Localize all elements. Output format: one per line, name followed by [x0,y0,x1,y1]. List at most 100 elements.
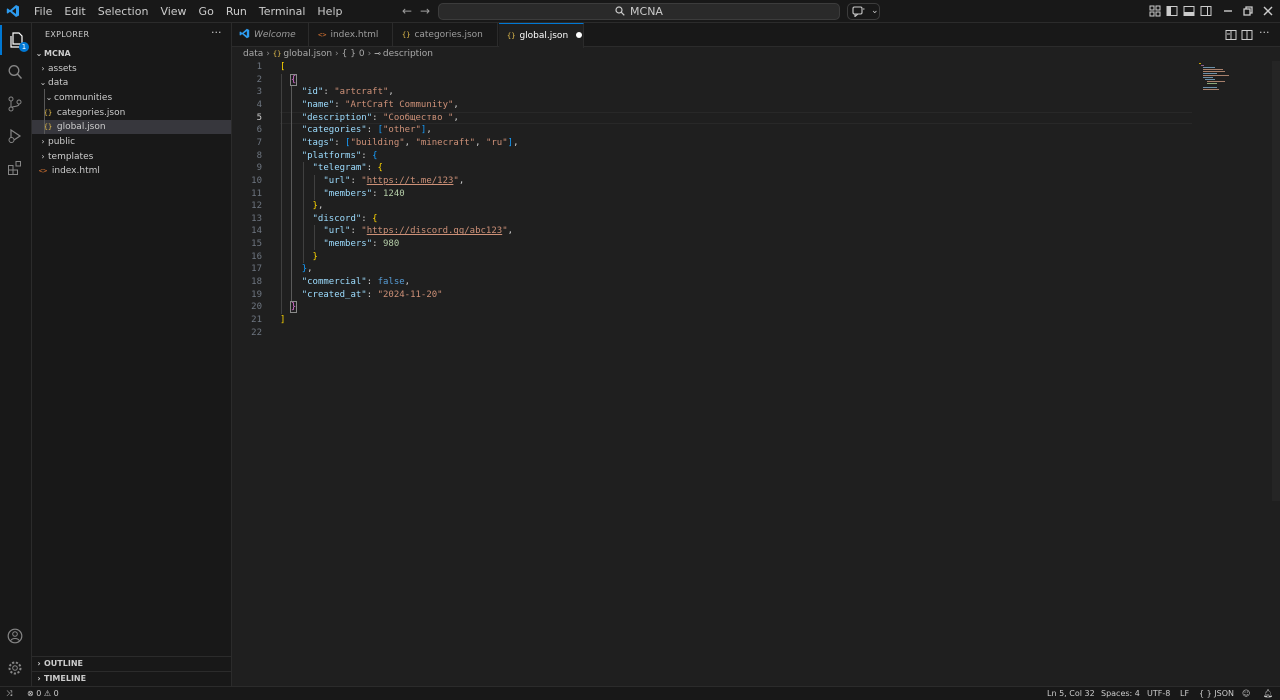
tree-item-communities[interactable]: ⌄ communities [32,91,231,105]
language-mode[interactable]: { } JSON [1199,687,1234,700]
line-number: 20 [251,302,262,313]
tab-index-html[interactable]: <> index.html [310,23,393,47]
tree-item-label: templates [48,152,94,162]
more-actions-icon[interactable]: ··· [211,26,222,39]
vertical-scrollbar[interactable] [1272,61,1280,501]
bell-icon[interactable]: 🔔︎ [1263,687,1273,700]
back-arrow-icon[interactable]: ← [399,2,415,20]
json-file-icon: {} [402,31,411,39]
language-label: JSON [1214,689,1234,698]
url-link[interactable]: https://discord.gg/abc123 [367,226,502,236]
outline-label: OUTLINE [44,659,83,668]
copilot-status-icon[interactable]: ☺ [1242,687,1250,700]
restore-icon[interactable] [1242,5,1254,17]
symbol-string-icon: ⊸ [374,49,381,58]
tree-item-templates[interactable]: › templates [32,150,231,164]
activity-run-debug[interactable] [0,121,32,151]
menu-run[interactable]: Run [220,0,253,23]
end-of-line[interactable]: LF [1180,687,1189,700]
url-link[interactable]: https://t.me/123 [367,176,454,186]
chevron-right-icon: › [41,137,45,146]
tab-global-json[interactable]: {} global.json [499,23,584,48]
activity-extensions[interactable] [0,153,32,183]
line-number: 13 [251,213,262,224]
outline-section[interactable]: › OUTLINE [32,656,231,671]
line-number: 14 [251,226,262,237]
toggle-secondary-sidebar-icon[interactable] [1200,5,1212,17]
tree-item-global-json[interactable]: {} global.json [32,120,231,134]
menu-selection[interactable]: Selection [92,0,155,23]
remote-icon[interactable]: ⤨ [6,687,12,700]
menu-terminal[interactable]: Terminal [253,0,312,23]
line-number: 18 [251,277,262,288]
code-line: }, [312,201,324,212]
code-line: { [289,73,298,86]
tree-item-label: data [48,78,69,88]
code-line: "members": 1240 [323,188,405,199]
forward-arrow-icon[interactable]: → [417,2,433,20]
timeline-section[interactable]: › TIMELINE [32,671,231,686]
code-line: "platforms": { [301,150,378,161]
menu-go[interactable]: Go [193,0,220,23]
code-editor[interactable]: 1 2 3 4 5 6 7 8 9 10 11 12 13 14 15 16 1… [232,61,1280,686]
chevron-down-icon: ⌄ [871,6,879,16]
html-file-icon: <> [318,31,327,39]
breadcrumb-index[interactable]: { } 0 [342,49,365,59]
indent-guide [44,89,45,134]
activity-search[interactable] [0,57,32,87]
menu-bar: File Edit Selection View Go Run Terminal… [28,0,348,23]
code-line: "discord": { [312,213,378,224]
tree-item-categories-json[interactable]: {} categories.json [32,106,231,120]
code-line: "telegram": { [312,163,383,174]
breadcrumb-folder[interactable]: data [243,49,263,59]
tree-item-index-html[interactable]: <> index.html [32,164,231,178]
tree-item-public[interactable]: › public [32,135,231,149]
line-number: 21 [251,315,262,325]
copilot-button[interactable]: ⌄ [847,3,880,20]
cursor-position[interactable]: Ln 5, Col 32 [1047,687,1095,700]
tree-item-label: categories.json [56,108,126,118]
tab-label: global.json [519,31,569,41]
tab-label: index.html [330,30,379,40]
menu-edit[interactable]: Edit [58,0,91,23]
menu-view[interactable]: View [154,0,192,23]
copilot-icon [852,6,865,17]
tree-item-assets[interactable]: › assets [32,62,231,76]
menu-help[interactable]: Help [311,0,348,23]
line-number: 2 [256,74,262,85]
chevron-right-icon: › [367,49,372,59]
tree-root-mcna[interactable]: ⌄ MCNA [32,47,231,61]
menu-file[interactable]: File [28,0,58,23]
tree-item-label: global.json [56,122,106,132]
activity-explorer[interactable]: 1 [0,25,32,55]
tree-root-label: MCNA [44,49,71,58]
more-actions-icon[interactable]: ··· [1259,26,1271,39]
breadcrumb-key[interactable]: description [383,49,433,59]
activity-accounts[interactable] [0,621,32,651]
tab-categories-json[interactable]: {} categories.json [394,23,498,47]
tab-welcome[interactable]: Welcome [232,23,309,47]
activity-bar: 1 [0,23,32,686]
close-icon[interactable] [1262,5,1274,17]
activity-source-control[interactable] [0,89,32,119]
activity-manage[interactable] [0,653,32,683]
chevron-right-icon: › [335,49,339,59]
indentation[interactable]: Spaces: 4 [1101,687,1140,700]
minimap[interactable] [1197,61,1261,101]
vscode-logo-icon [6,5,19,17]
command-center-search[interactable]: MCNA [438,3,840,20]
problems-indicator[interactable]: ⊗ 0 ⚠ 0 [27,687,59,700]
encoding[interactable]: UTF-8 [1147,687,1170,700]
toggle-primary-sidebar-icon[interactable] [1166,5,1178,17]
open-changes-icon[interactable] [1225,29,1237,41]
minimize-icon[interactable] [1222,5,1234,17]
customize-layout-icon[interactable] [1149,5,1161,17]
breadcrumb-file[interactable]: global.json [283,49,332,59]
line-number: 4 [256,99,262,110]
toggle-panel-icon[interactable] [1183,5,1195,17]
unsaved-dot-icon[interactable] [576,32,583,38]
extensions-icon [8,161,21,175]
tree-item-data[interactable]: ⌄ data [32,76,231,90]
line-number: 6 [256,125,262,136]
split-editor-icon[interactable] [1241,29,1253,41]
